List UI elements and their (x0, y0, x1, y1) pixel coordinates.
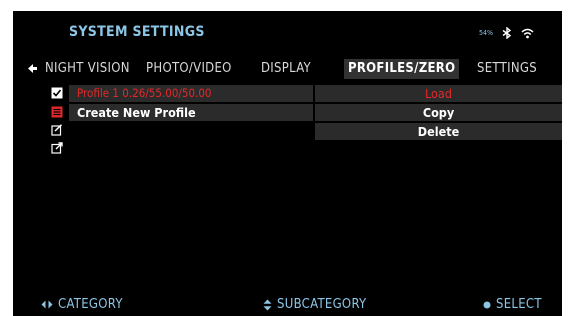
tab-display[interactable]: DISPLAY (261, 59, 311, 79)
profile-row: Create New Profile Copy (69, 104, 562, 121)
select-hint-label: SELECT (496, 297, 542, 312)
category-hint: CATEGORY (41, 297, 123, 312)
system-settings-screen: SYSTEM SETTINGS 54% NIGHT VISION PHOTO/V… (13, 11, 562, 316)
select-hint: SELECT (483, 297, 542, 312)
select-dot-icon (483, 301, 491, 308)
subcategory-hint-label: SUBCATEGORY (277, 297, 367, 312)
bluetooth-icon (502, 27, 512, 39)
delete-option[interactable]: Delete (315, 123, 562, 140)
tab-night-vision[interactable]: NIGHT VISION (45, 59, 130, 79)
create-new-profile-item[interactable]: Create New Profile (69, 104, 313, 121)
export-icon[interactable] (51, 142, 63, 154)
back-arrow-icon[interactable] (27, 63, 38, 74)
up-down-arrows-icon (263, 299, 272, 310)
profile-row: Profile 1 0.26/55.00/50.00 Load (69, 85, 562, 102)
footer-hints: CATEGORY SUBCATEGORY SELECT (13, 295, 562, 315)
edit-icon[interactable] (51, 124, 63, 136)
profile-name[interactable]: Profile 1 0.26/55.00/50.00 (69, 85, 313, 102)
battery-level: 54% (479, 29, 493, 37)
empty-slot (69, 123, 313, 140)
page-title: SYSTEM SETTINGS (69, 24, 205, 40)
wifi-icon (521, 28, 534, 38)
left-right-arrows-icon (41, 300, 53, 309)
category-tabs: NIGHT VISION PHOTO/VIDEO DISPLAY PROFILE… (27, 59, 562, 79)
create-profile-icon[interactable] (51, 106, 63, 118)
subcategory-hint: SUBCATEGORY (263, 297, 366, 312)
copy-option[interactable]: Copy (315, 104, 562, 121)
profile-row: Delete (69, 123, 562, 140)
tab-profiles-zero[interactable]: PROFILES/ZERO (344, 59, 460, 79)
status-bar: 54% (479, 26, 534, 40)
checkbox-checked-icon[interactable] (51, 87, 63, 99)
tab-settings[interactable]: SETTINGS (477, 59, 537, 79)
tab-photo-video[interactable]: PHOTO/VIDEO (146, 59, 232, 79)
category-hint-label: CATEGORY (58, 297, 123, 312)
load-option[interactable]: Load (315, 85, 562, 102)
